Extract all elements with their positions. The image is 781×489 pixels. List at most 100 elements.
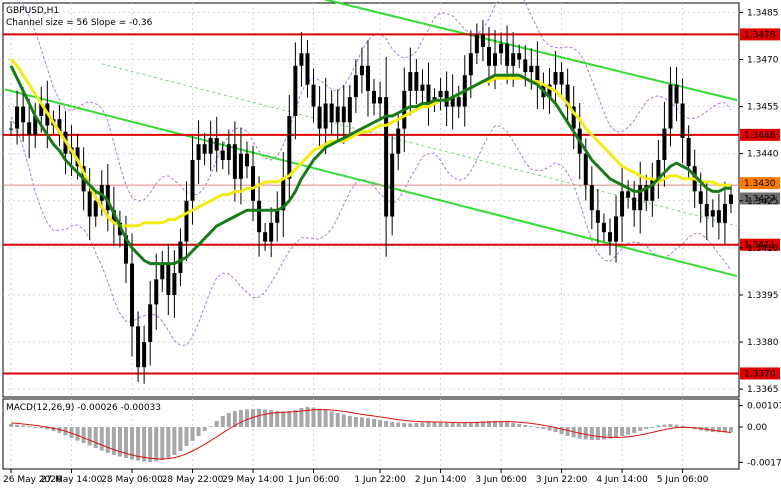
macd-histogram-bar (456, 423, 461, 427)
price-bar-body (275, 210, 280, 223)
price-bar-body (480, 34, 485, 47)
price-bar-body (468, 53, 473, 76)
price-bar-body (184, 200, 189, 242)
price-bar-body (365, 65, 370, 91)
price-bar-body (232, 144, 237, 179)
macd-histogram-bar (668, 424, 673, 427)
price-bar-body (408, 72, 413, 91)
macd-histogram-bar (632, 427, 637, 433)
macd-histogram-bar (728, 427, 733, 433)
macd-histogram-bar (190, 427, 195, 441)
macd-histogram-bar (238, 410, 243, 427)
time-tick-label: 1 Jun 22:00 (354, 475, 406, 485)
price-bar-body (87, 191, 92, 217)
price-bar-body (359, 65, 364, 76)
macd-histogram-bar (287, 411, 292, 427)
macd-histogram-bar (444, 423, 449, 427)
macd-histogram-bar (559, 427, 564, 434)
macd-histogram-bar (565, 427, 570, 436)
level-tag-label: 1.3370 (744, 369, 776, 379)
price-bar-body (323, 103, 328, 129)
price-bar-body (21, 106, 26, 123)
macd-histogram-bar (408, 423, 413, 427)
macd-histogram-bar (468, 422, 473, 427)
price-bar-body (166, 263, 171, 295)
macd-tick-label: -0.00177 (747, 458, 781, 468)
macd-histogram-bar (87, 427, 92, 446)
macd-histogram-bar (372, 419, 377, 427)
time-tick-label: 5 Jun 06:00 (657, 475, 709, 485)
macd-histogram-bar (269, 410, 274, 427)
price-bar-body (220, 150, 225, 160)
macd-tick-label: 0.00 (747, 423, 767, 433)
macd-histogram-bar (202, 427, 207, 431)
price-bar-body (15, 106, 20, 129)
chart-root: 1.34781.34461.34111.33701.34301.3427 1.3… (2, 0, 781, 485)
price-bar-body (499, 43, 504, 54)
price-bar-body (583, 153, 588, 186)
price-bar-body (426, 84, 431, 104)
time-tick-label: 1 Jun 06:00 (288, 475, 340, 485)
price-bar-body (93, 200, 98, 217)
price-bar-body (27, 122, 32, 135)
price-bar-body (505, 43, 510, 66)
macd-histogram-bar (196, 427, 201, 436)
macd-histogram-bar (81, 427, 86, 443)
macd-histogram-bar (378, 420, 383, 427)
macd-histogram-bar (347, 416, 352, 427)
time-tick-label: 29 May 14:00 (222, 475, 284, 485)
price-bar-body (257, 200, 262, 233)
upper-envelope-line (17, 0, 732, 202)
macd-histogram-bar (450, 423, 455, 427)
price-bar-body (190, 159, 195, 201)
macd-histogram-bar (414, 423, 419, 427)
price-bars (9, 20, 733, 384)
channel-line-upper (322, 0, 738, 102)
price-bar-body (353, 75, 358, 98)
price-bar-body (9, 128, 14, 130)
price-tick-label: 1.3470 (747, 56, 779, 66)
price-bar-body (632, 197, 637, 211)
macd-histogram-bar (27, 426, 32, 428)
macd-histogram-bar (142, 427, 147, 462)
macd-histogram-bar (438, 422, 443, 427)
macd-histogram-bar (656, 425, 661, 427)
price-bar-body (251, 166, 256, 201)
macd-histogram-bar (499, 421, 504, 427)
macd-histogram-bar (335, 413, 340, 427)
time-tick-label: 2 Jun 14:00 (415, 475, 467, 485)
price-bar-body (511, 53, 516, 66)
price-bar-body (559, 72, 564, 85)
price-bar-body (214, 137, 219, 151)
macd-label: MACD(12,26,9) -0.00026 -0.00033 (6, 403, 161, 413)
price-bar-body (493, 53, 498, 66)
macd-histogram-bar (93, 427, 98, 448)
macd-histogram-bar (535, 427, 540, 428)
price-bar-body (420, 84, 425, 91)
macd-histogram-bar (263, 409, 268, 427)
price-bar-body (148, 304, 153, 343)
price-bar-body (287, 116, 292, 179)
price-bar-body (523, 59, 528, 73)
macd-histogram-bar (33, 427, 38, 428)
macd-histogram-bar (595, 427, 600, 440)
price-tick-label: 1.3395 (747, 291, 779, 301)
macd-histogram-bar (462, 423, 467, 427)
price-bar-body (136, 326, 141, 368)
price-bar-body (378, 97, 383, 104)
price-bar-body (311, 84, 316, 107)
price-tick-label: 1.3365 (747, 385, 779, 395)
price-bar-body (160, 263, 165, 280)
price-bar-body (698, 191, 703, 204)
price-bar-body (662, 128, 667, 160)
macd-histogram-bar (541, 427, 546, 429)
price-bar-body (517, 53, 522, 60)
price-bar-body (456, 97, 461, 107)
macd-histogram-bar (21, 425, 26, 427)
macd-histogram-bar (614, 427, 619, 438)
price-bar-body (293, 65, 298, 117)
time-axis: 26 May 202627 May 14:0028 May 06:0028 Ma… (3, 469, 709, 485)
price-bar-body (414, 72, 419, 91)
macd-histogram-bar (214, 421, 219, 427)
macd-histogram-bar (583, 427, 588, 440)
